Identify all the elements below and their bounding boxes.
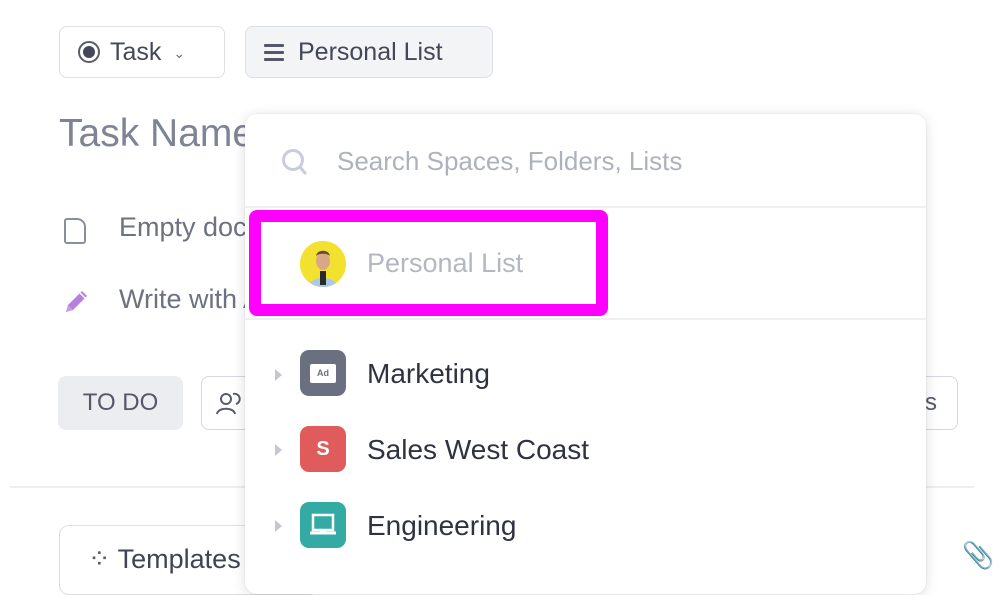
search-input[interactable]: [337, 140, 897, 182]
ad-glyph: Ad: [310, 363, 336, 383]
divider: [245, 318, 926, 320]
location-picker-dropdown: Personal List Ad Marketing S Sales West …: [245, 114, 926, 594]
search-row: [245, 114, 926, 206]
status-badge[interactable]: TO DO: [58, 376, 183, 430]
magic-wand-icon: ⁘: [88, 544, 111, 574]
pencil-icon: [66, 291, 87, 312]
current-list-item[interactable]: [245, 208, 926, 318]
ad-icon: Ad: [300, 350, 346, 396]
list-selector-label: Personal List: [298, 37, 443, 66]
task-name-input[interactable]: Task Name: [59, 112, 254, 156]
laptop-icon: [300, 502, 346, 548]
task-status-icon: [78, 41, 100, 63]
expand-caret-icon[interactable]: [275, 520, 282, 532]
space-label: Sales West Coast: [367, 434, 590, 465]
space-item-marketing[interactable]: [245, 342, 926, 408]
list-selector-button[interactable]: Personal List: [245, 26, 493, 78]
task-type-button[interactable]: Task ⌄: [59, 26, 225, 78]
attachment-icon[interactable]: 📎: [962, 540, 994, 571]
expand-caret-icon[interactable]: [275, 369, 282, 381]
templates-label: Templates: [117, 544, 241, 574]
space-label: Engineering: [367, 510, 517, 541]
search-icon: [282, 149, 307, 175]
users-icon: [216, 392, 241, 415]
space-item-engineering[interactable]: [245, 493, 926, 559]
task-type-label: Task: [110, 37, 162, 66]
space-label: Marketing: [367, 358, 490, 389]
expand-caret-icon[interactable]: [275, 444, 282, 456]
chevron-down-icon: ⌄: [173, 44, 186, 61]
list-icon: [264, 43, 284, 61]
document-icon: [64, 218, 86, 244]
user-avatar: [300, 241, 346, 287]
current-list-label: Personal List: [367, 248, 524, 278]
empty-doc-option[interactable]: Empty doc: [119, 212, 247, 243]
letter-avatar: S: [300, 426, 346, 472]
